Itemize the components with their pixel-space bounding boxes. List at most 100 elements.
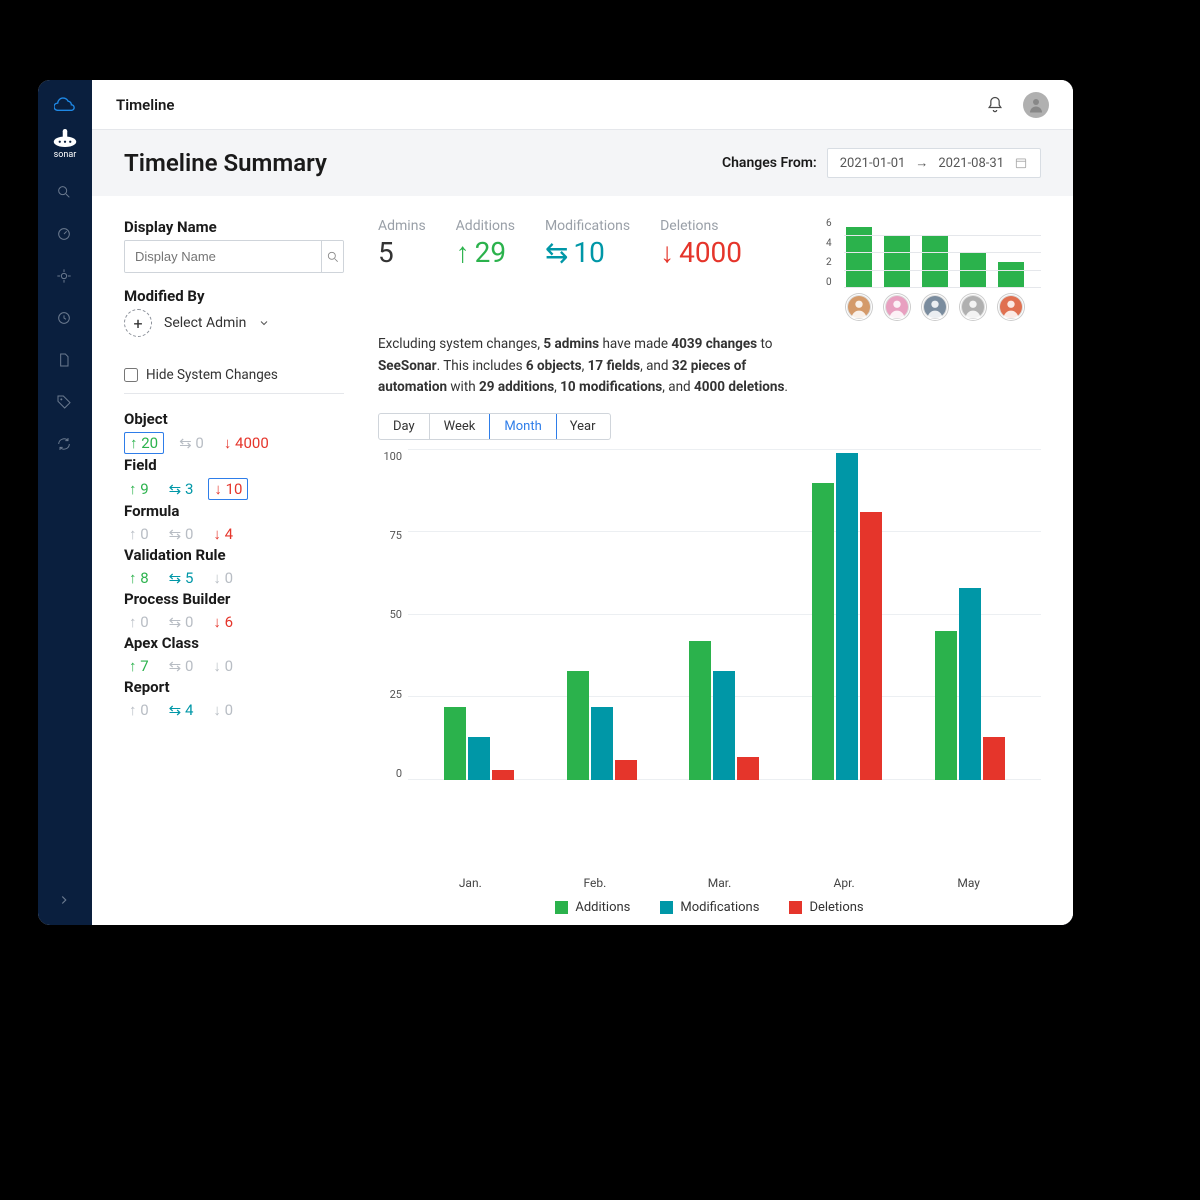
category-modifications[interactable]: ⇆ 0 bbox=[164, 612, 199, 632]
filters-panel: Display Name Modified By + Select Admin bbox=[124, 218, 344, 915]
tag-icon[interactable] bbox=[56, 394, 74, 412]
clock-icon[interactable] bbox=[56, 310, 74, 328]
content: Display Name Modified By + Select Admin bbox=[92, 196, 1073, 925]
main-chart: 1007550250 Jan.Feb.Mar.Apr.May Additions… bbox=[378, 450, 1041, 915]
category-process-builder: Process Builder ↑ 0 ⇆ 0 ↓ 6 bbox=[124, 590, 344, 632]
metric-additions-label: Additions bbox=[456, 218, 515, 234]
tab-month[interactable]: Month bbox=[489, 413, 556, 440]
category-deletions[interactable]: ↓ 4 bbox=[208, 524, 238, 544]
date-range-input[interactable]: 2021-01-01 → 2021-08-31 bbox=[827, 148, 1041, 178]
bar-mod bbox=[713, 671, 735, 780]
admin-avatar[interactable] bbox=[922, 294, 948, 320]
category-modifications[interactable]: ⇆ 5 bbox=[164, 568, 199, 588]
user-avatar-icon[interactable] bbox=[1023, 92, 1049, 118]
category-deletions[interactable]: ↓ 0 bbox=[208, 700, 238, 720]
document-icon[interactable] bbox=[56, 352, 74, 370]
calendar-icon bbox=[1014, 156, 1028, 170]
modified-by-label: Modified By bbox=[124, 287, 344, 305]
category-deletions[interactable]: ↓ 0 bbox=[208, 656, 238, 676]
metric-admins: Admins 5 bbox=[378, 218, 426, 269]
admin-avatar[interactable] bbox=[884, 294, 910, 320]
summary-panel: Admins 5 Additions ↑29 Modifications ⇆ 10… bbox=[378, 218, 1041, 915]
summary-title: Timeline Summary bbox=[124, 149, 327, 177]
metric-deletions-label: Deletions bbox=[660, 218, 742, 234]
display-name-search bbox=[124, 240, 344, 273]
chevron-down-icon bbox=[258, 317, 270, 329]
category-modifications[interactable]: ⇆ 0 bbox=[164, 524, 199, 544]
category-field: Field ↑ 9 ⇆ 3 ↓ 10 bbox=[124, 456, 344, 500]
bar-del bbox=[615, 760, 637, 780]
bar-add bbox=[689, 641, 711, 780]
admin-avatar[interactable] bbox=[998, 294, 1024, 320]
bar-mod bbox=[959, 588, 981, 779]
category-name: Apex Class bbox=[124, 634, 344, 652]
plus-icon: + bbox=[124, 309, 152, 337]
logo: sonar bbox=[50, 128, 80, 160]
bar-del bbox=[492, 770, 514, 780]
logo-text: sonar bbox=[54, 150, 77, 160]
admin-avatar[interactable] bbox=[846, 294, 872, 320]
tab-week[interactable]: Week bbox=[430, 414, 491, 439]
tab-year[interactable]: Year bbox=[556, 414, 610, 439]
category-name: Validation Rule bbox=[124, 546, 344, 564]
bar-group bbox=[679, 641, 769, 780]
category-apex-class: Apex Class ↑ 7 ⇆ 0 ↓ 0 bbox=[124, 634, 344, 676]
display-name-label: Display Name bbox=[124, 218, 344, 236]
search-icon[interactable] bbox=[56, 184, 74, 202]
metric-admins-value: 5 bbox=[378, 236, 426, 269]
mini-chart: 6420 bbox=[826, 218, 1041, 320]
category-validation-rule: Validation Rule ↑ 8 ⇆ 5 ↓ 0 bbox=[124, 546, 344, 588]
category-additions[interactable]: ↑ 0 bbox=[124, 700, 154, 720]
category-additions[interactable]: ↑ 20 bbox=[124, 432, 164, 454]
category-deletions[interactable]: ↓ 6 bbox=[208, 612, 238, 632]
category-deletions[interactable]: ↓ 4000 bbox=[219, 432, 274, 454]
arrow-up-icon: ↑ bbox=[456, 236, 470, 269]
select-admin-button[interactable]: + Select Admin bbox=[124, 309, 344, 337]
hide-system-label: Hide System Changes bbox=[146, 367, 278, 383]
admin-avatar[interactable] bbox=[960, 294, 986, 320]
expand-sidebar-icon[interactable] bbox=[57, 893, 73, 909]
swap-icon: ⇆ bbox=[545, 236, 568, 269]
category-deletions[interactable]: ↓ 10 bbox=[208, 478, 248, 500]
summary-description: Excluding system changes, 5 admins have … bbox=[378, 334, 798, 399]
bell-icon[interactable] bbox=[985, 95, 1005, 115]
search-button[interactable] bbox=[321, 241, 343, 272]
category-additions[interactable]: ↑ 0 bbox=[124, 612, 154, 632]
category-modifications[interactable]: ⇆ 0 bbox=[164, 656, 199, 676]
topbar: Timeline bbox=[92, 80, 1073, 130]
bar-add bbox=[935, 631, 957, 780]
sidebar: sonar bbox=[38, 80, 92, 925]
category-deletions[interactable]: ↓ 0 bbox=[208, 568, 238, 588]
legend-modifications: Modifications bbox=[660, 900, 759, 915]
category-additions[interactable]: ↑ 7 bbox=[124, 656, 154, 676]
cloud-icon[interactable] bbox=[54, 92, 76, 114]
legend-additions: Additions bbox=[555, 900, 630, 915]
metric-deletions: Deletions ↓4000 bbox=[660, 218, 742, 269]
target-icon[interactable] bbox=[56, 268, 74, 286]
hide-system-row: Hide System Changes bbox=[124, 357, 344, 394]
category-modifications[interactable]: ⇆ 0 bbox=[174, 432, 209, 454]
metric-additions: Additions ↑29 bbox=[456, 218, 515, 269]
bar-del bbox=[983, 737, 1005, 780]
category-additions[interactable]: ↑ 0 bbox=[124, 524, 154, 544]
category-modifications[interactable]: ⇆ 4 bbox=[164, 700, 199, 720]
category-object: Object ↑ 20 ⇆ 0 ↓ 4000 bbox=[124, 410, 344, 454]
refresh-icon[interactable] bbox=[56, 436, 74, 454]
bar-add bbox=[444, 707, 466, 780]
period-tabs: DayWeekMonthYear bbox=[378, 413, 611, 440]
display-name-input[interactable] bbox=[125, 241, 321, 272]
hide-system-checkbox[interactable] bbox=[124, 368, 138, 382]
category-additions[interactable]: ↑ 9 bbox=[124, 478, 154, 500]
category-name: Process Builder bbox=[124, 590, 344, 608]
tab-day[interactable]: Day bbox=[379, 414, 430, 439]
chart-legend: Additions Modifications Deletions bbox=[378, 900, 1041, 915]
dashboard-icon[interactable] bbox=[56, 226, 74, 244]
category-report: Report ↑ 0 ⇆ 4 ↓ 0 bbox=[124, 678, 344, 720]
metric-modifications-label: Modifications bbox=[545, 218, 630, 234]
category-modifications[interactable]: ⇆ 3 bbox=[164, 478, 199, 500]
app-window: sonar Timeline Timeline Summary Changes … bbox=[38, 80, 1073, 925]
date-range-label: Changes From: bbox=[722, 155, 817, 171]
bar-mod bbox=[591, 707, 613, 780]
bar-mod bbox=[836, 453, 858, 780]
category-additions[interactable]: ↑ 8 bbox=[124, 568, 154, 588]
